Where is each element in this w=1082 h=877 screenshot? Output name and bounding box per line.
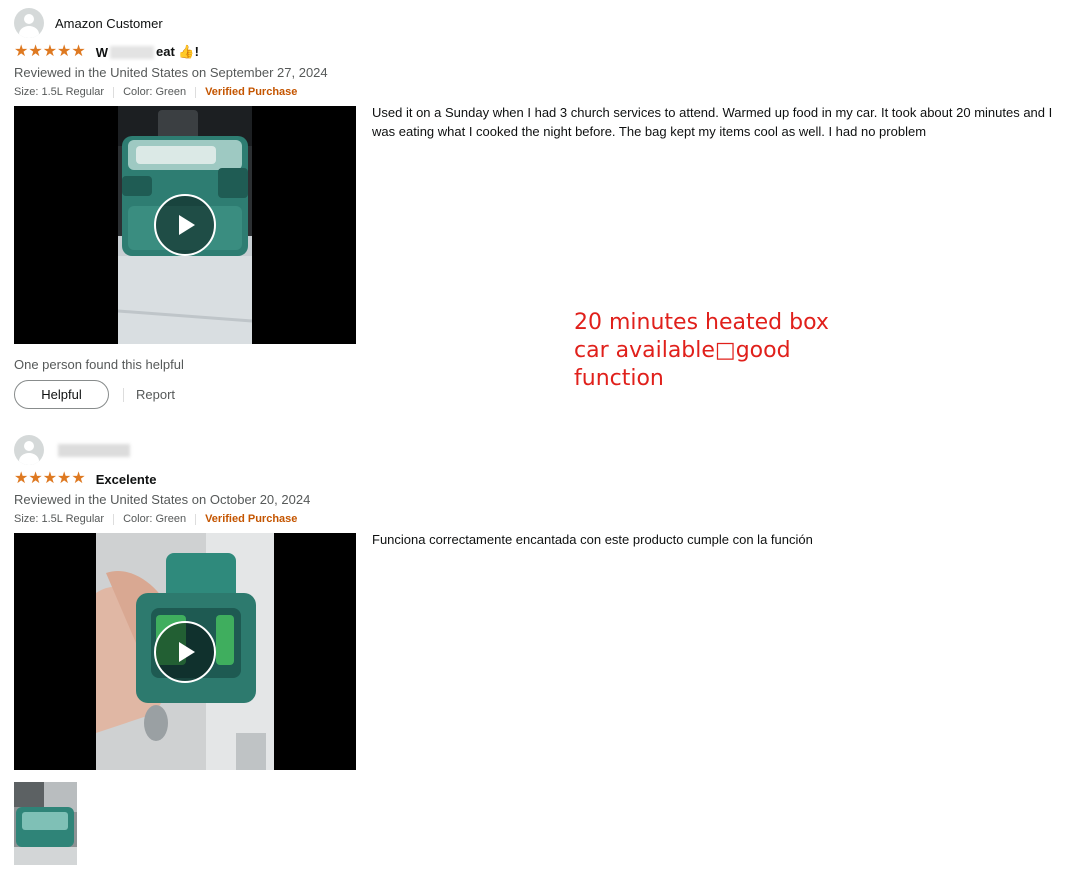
redacted-reviewer-name — [58, 443, 130, 457]
review-meta: Size: 1.5L Regular Color: Green Verified… — [14, 86, 1074, 98]
annotation-line: 20 minutes heated box — [574, 310, 829, 335]
review-title-start: W — [95, 44, 108, 60]
review-card: Amazon Customer ★★★★★ W eat 👍! Reviewed … — [14, 8, 1074, 409]
size-label: Size: 1.5L Regular — [14, 513, 105, 525]
annotation-line: function — [574, 366, 664, 391]
annotation-text: 20 minutes heated box car available□good… — [574, 309, 834, 393]
reviews-page: Amazon Customer ★★★★★ W eat 👍! Reviewed … — [0, 0, 1082, 877]
color-label: Color: Green — [123, 513, 187, 525]
play-icon[interactable] — [154, 620, 216, 683]
review-title[interactable]: Excelente — [96, 472, 157, 487]
play-icon[interactable] — [154, 194, 216, 256]
review-date: Reviewed in the United States on October… — [14, 492, 311, 507]
avatar-icon — [14, 8, 44, 38]
star-rating-icon[interactable]: ★★★★★ — [14, 471, 86, 487]
review-meta: Size: 1.5L Regular Color: Green Verified… — [14, 513, 1074, 525]
avatar-icon — [14, 435, 44, 465]
review-title-end: eat 👍! — [156, 44, 199, 59]
review-date: Reviewed in the United States on Septemb… — [14, 65, 328, 80]
helpful-count: One person found this helpful — [14, 357, 184, 372]
review-video[interactable] — [14, 533, 356, 770]
review-video[interactable] — [14, 106, 356, 344]
verified-purchase-badge: Verified Purchase — [205, 513, 298, 525]
review-title[interactable]: W eat 👍! — [96, 44, 199, 60]
color-label: Color: Green — [123, 86, 187, 98]
annotation-line: car available□good — [574, 338, 791, 363]
size-label: Size: 1.5L Regular — [14, 86, 105, 98]
reviewer-profile[interactable] — [14, 435, 1074, 465]
helpful-button[interactable]: Helpful — [14, 380, 109, 409]
review-card: ★★★★★ Excelente Reviewed in the United S… — [14, 435, 1074, 865]
redacted-text — [110, 45, 154, 59]
review-image-thumbnail[interactable] — [14, 782, 77, 865]
report-link[interactable]: Report — [136, 387, 175, 402]
verified-purchase-badge: Verified Purchase — [205, 86, 298, 98]
reviewer-name: Amazon Customer — [55, 15, 163, 31]
reviewer-profile[interactable]: Amazon Customer — [14, 8, 1074, 38]
review-body: Used it on a Sunday when I had 3 church … — [372, 105, 1053, 139]
review-body: Funciona correctamente encantada con est… — [372, 532, 813, 547]
star-rating-icon[interactable]: ★★★★★ — [14, 44, 86, 60]
